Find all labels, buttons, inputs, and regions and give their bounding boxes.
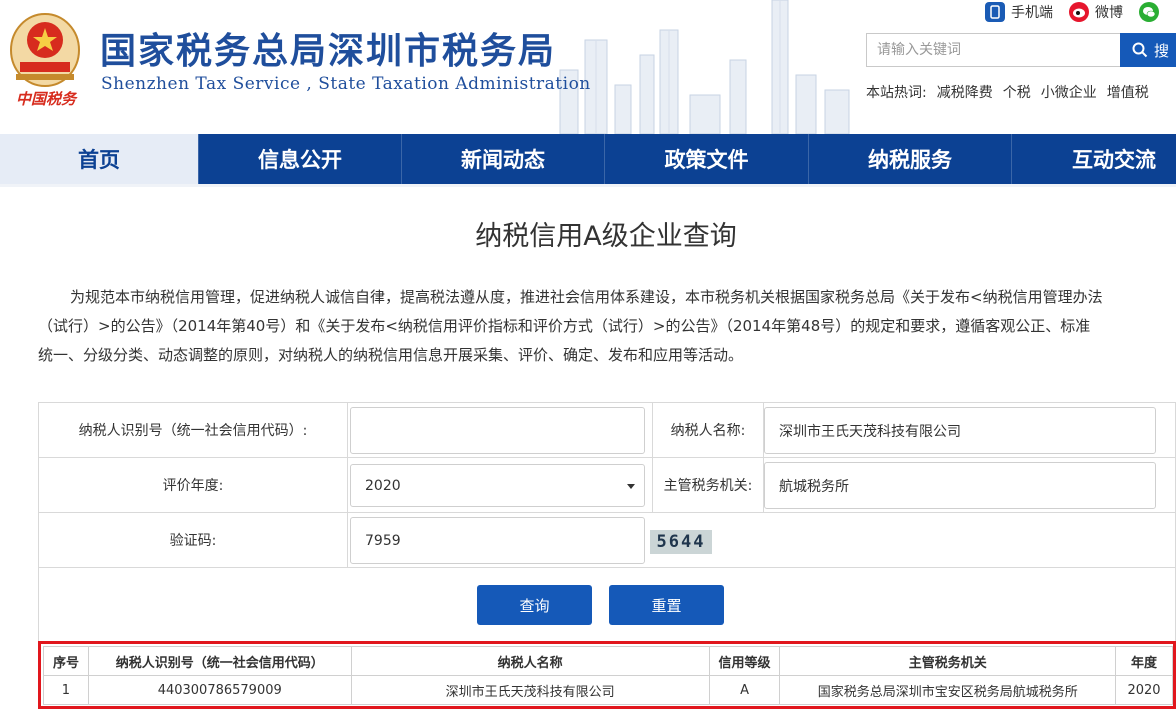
column-header: 纳税人名称 <box>350 646 710 676</box>
table-cell: 1 <box>43 675 89 705</box>
table-cell: 440300786579009 <box>87 675 352 705</box>
column-header: 序号 <box>43 646 89 676</box>
year-select[interactable]: 2020 <box>350 464 645 507</box>
column-header: 信用等级 <box>708 646 781 676</box>
results-table: 序号 纳税人识别号（统一社会信用代码） 纳税人名称 信用等级 主管税务机关 年度… <box>43 646 1173 705</box>
captcha-image[interactable]: 5644 <box>650 530 712 554</box>
search-box <box>866 33 1127 67</box>
search-input[interactable] <box>867 34 1127 66</box>
wechat-icon <box>1139 2 1159 22</box>
reset-button[interactable]: 重置 <box>609 585 724 625</box>
weibo-icon <box>1069 2 1089 22</box>
emblem-text: 中国税务 <box>15 90 76 108</box>
table-header-row: 序号 纳税人识别号（统一社会信用代码） 纳税人名称 信用等级 主管税务机关 年度 <box>43 646 1173 676</box>
authority-label: 主管税务机关: <box>653 458 764 513</box>
taxpayer-id-input[interactable] <box>350 407 645 454</box>
intro-paragraph: 为规范本市纳税信用管理，促进纳税人诚信自律，提高税法遵从度，推进社会信用体系建设… <box>38 283 1176 370</box>
hot-words-label: 本站热词: <box>866 85 927 101</box>
nav-item-policy[interactable]: 政策文件 <box>605 134 809 184</box>
hot-word-link[interactable]: 减税降费 <box>937 82 993 102</box>
nav-item-interaction[interactable]: 互动交流 <box>1012 134 1176 184</box>
weibo-link[interactable]: 微博 <box>1069 2 1123 22</box>
column-header: 年度 <box>1115 646 1173 676</box>
search-icon <box>1132 42 1148 58</box>
nav-item-home[interactable]: 首页 <box>0 134 199 184</box>
intro-line: 为规范本市纳税信用管理，促进纳税人诚信自律，提高税法遵从度，推进社会信用体系建设… <box>70 288 1103 306</box>
column-header: 纳税人识别号（统一社会信用代码） <box>87 646 352 676</box>
hot-word-link[interactable]: 小微企业 <box>1041 82 1097 102</box>
hot-words: 本站热词: 减税降费 个税 小微企业 增值税 <box>866 82 1149 102</box>
top-links: 手机端 微博 <box>985 0 1176 24</box>
page-title: 纳税信用A级企业查询 <box>475 221 737 252</box>
hot-word-link[interactable]: 增值税 <box>1107 82 1149 102</box>
nav-item-service[interactable]: 纳税服务 <box>809 134 1012 184</box>
table-cell: 2020 <box>1115 675 1173 705</box>
wechat-link[interactable] <box>1139 2 1165 22</box>
authority-input[interactable]: 航城税务所 <box>764 462 1156 509</box>
intro-line: （试行）>的公告》（2014年第40号）和《关于发布<纳税信用评价指标和评价方式… <box>38 317 1091 335</box>
site-title-english: Shenzhen Tax Service , State Taxation Ad… <box>101 74 591 94</box>
site-title[interactable]: 国家税务总局深圳市税务局 <box>100 22 556 74</box>
intro-line: 统一、分级分类、动态调整的原则，对纳税人的纳税信用信息开展采集、评价、确定、发布… <box>38 346 744 364</box>
mobile-icon <box>985 2 1005 22</box>
search-button[interactable]: 搜 <box>1120 33 1176 67</box>
weibo-link-label: 微博 <box>1095 5 1123 21</box>
taxpayer-name-input[interactable]: 深圳市王氏天茂科技有限公司 <box>764 407 1156 454</box>
nav-item-news[interactable]: 新闻动态 <box>402 134 605 184</box>
site-header: 中国税务 国家税务总局深圳市税务局 Shenzhen Tax Service ,… <box>0 0 1176 134</box>
mobile-link-label: 手机端 <box>1011 5 1053 21</box>
city-skyline-image <box>559 0 850 134</box>
table-cell: A <box>708 675 781 705</box>
table-cell: 深圳市王氏天茂科技有限公司 <box>350 675 710 705</box>
chevron-down-icon <box>627 484 635 489</box>
nav-item-info[interactable]: 信息公开 <box>199 134 402 184</box>
mobile-link[interactable]: 手机端 <box>985 2 1053 22</box>
main-nav: 首页 信息公开 新闻动态 政策文件 纳税服务 互动交流 <box>0 134 1176 184</box>
hot-word-link[interactable]: 个税 <box>1003 82 1031 102</box>
nav-shadow <box>0 184 1176 187</box>
year-select-value: 2020 <box>365 477 401 494</box>
taxpayer-id-label: 纳税人识别号（统一社会信用代码）: <box>39 403 348 458</box>
captcha-input[interactable]: 7959 <box>350 517 645 564</box>
captcha-label: 验证码: <box>39 513 348 568</box>
table-cell: 国家税务总局深圳市宝安区税务局航城税务所 <box>779 675 1117 705</box>
column-header: 主管税务机关 <box>779 646 1117 676</box>
results-table-highlight: 序号 纳税人识别号（统一社会信用代码） 纳税人名称 信用等级 主管税务机关 年度… <box>38 641 1176 709</box>
table-row: 1 440300786579009 深圳市王氏天茂科技有限公司 A 国家税务总局… <box>43 675 1173 705</box>
query-button[interactable]: 查询 <box>477 585 592 625</box>
search-button-label: 搜 <box>1154 41 1170 60</box>
year-label: 评价年度: <box>39 458 348 513</box>
taxpayer-name-label: 纳税人名称: <box>653 403 764 458</box>
tax-emblem-logo[interactable]: 中国税务 <box>6 6 84 111</box>
